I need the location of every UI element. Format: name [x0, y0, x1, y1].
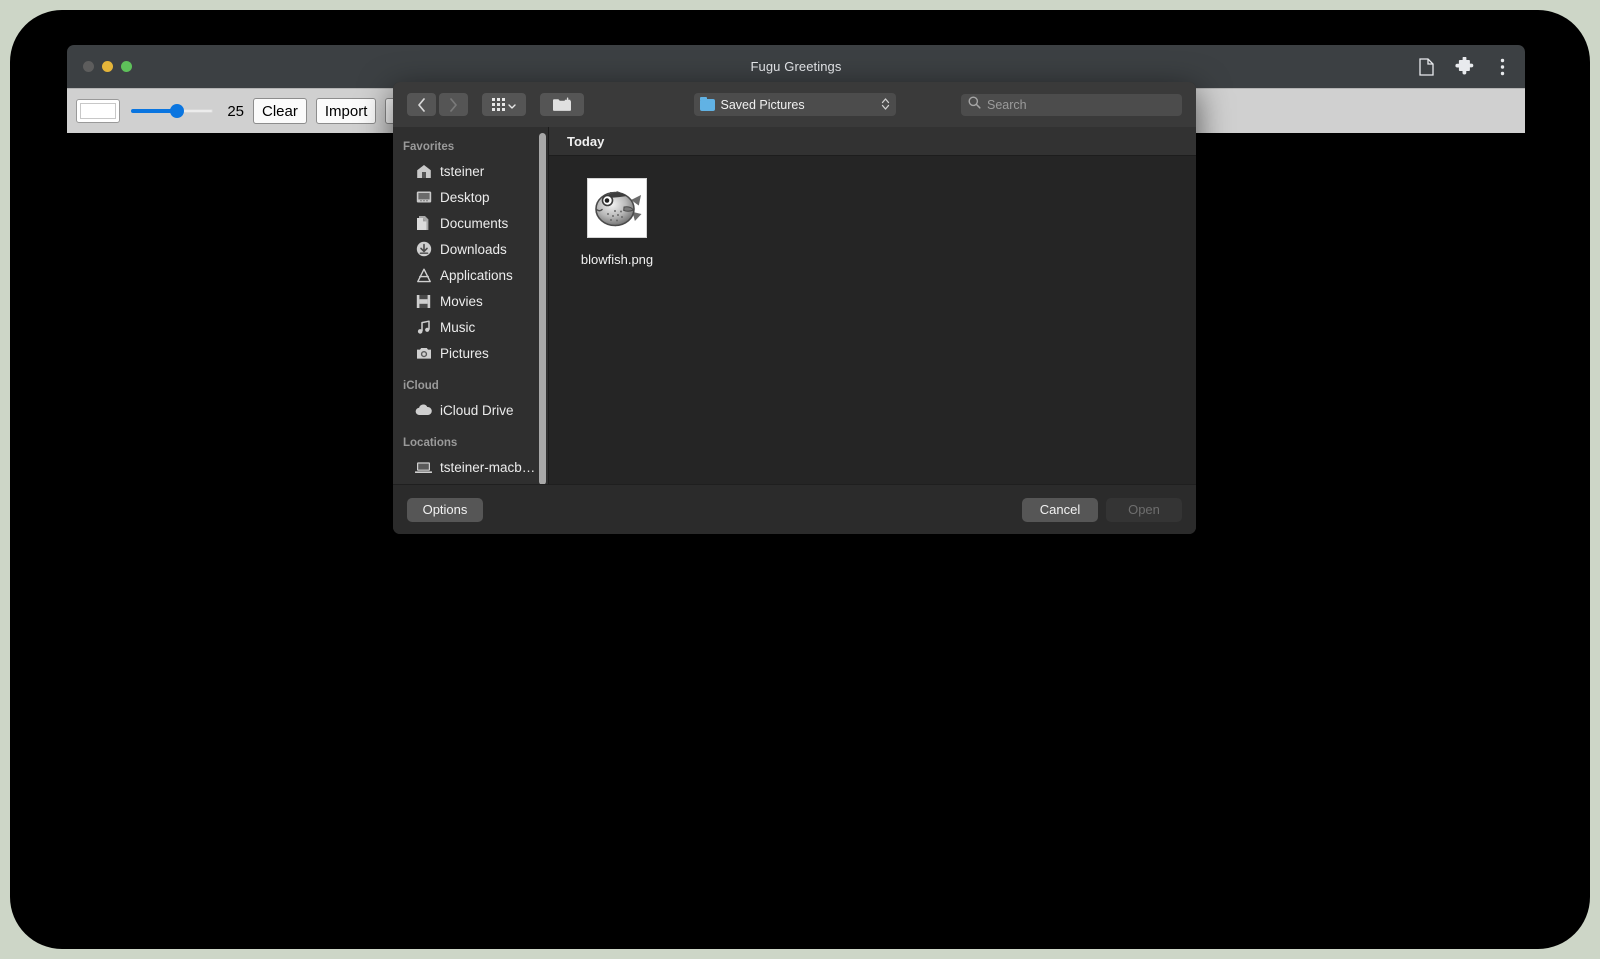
sidebar-item-macintosh-hd[interactable]: Macintosh HD [393, 480, 548, 484]
sidebar-item-applications[interactable]: Applications [393, 262, 548, 288]
music-icon [415, 319, 432, 335]
downloads-icon [415, 241, 432, 257]
sidebar-item-label: Downloads [440, 241, 507, 257]
sidebar-item-label: Applications [440, 267, 513, 283]
search-placeholder: Search [987, 97, 1027, 112]
extensions-icon[interactable] [1453, 56, 1475, 78]
folder-icon [699, 96, 715, 111]
file-item[interactable]: blowfish.png [575, 178, 659, 267]
sidebar-item-downloads[interactable]: Downloads [393, 236, 548, 262]
import-button[interactable]: Import [315, 98, 377, 124]
sidebar-item-pictures[interactable]: Pictures [393, 340, 548, 366]
search-icon [968, 96, 981, 114]
sidebar-divider [393, 423, 548, 432]
desktop-icon [415, 189, 432, 205]
sidebar-item-label: tsteiner [440, 163, 485, 179]
sidebar-heading-favorites: Favorites [403, 141, 455, 153]
back-button[interactable] [407, 93, 436, 116]
file-open-dialog: Saved Pictures Search Favorites tsteiner… [393, 82, 1196, 534]
current-folder-label: Saved Pictures [720, 97, 805, 112]
sidebar-item-label: Music [440, 319, 476, 335]
home-icon [415, 163, 432, 179]
movies-icon [415, 293, 432, 309]
sidebar-item-desktop[interactable]: Desktop [393, 184, 548, 210]
pen-size-value: 25 [227, 102, 244, 120]
path-popup-button[interactable]: Saved Pictures [693, 93, 896, 116]
pen-size-slider[interactable] [131, 101, 213, 121]
browser-toolbar-actions [1415, 45, 1513, 88]
sidebar-item-tsteiner-macbook[interactable]: tsteiner-macb… [393, 454, 548, 480]
sidebar-item-icloud-drive[interactable]: iCloud Drive [393, 397, 548, 423]
applications-icon [415, 267, 432, 283]
window-title: Fugu Greetings [750, 59, 842, 74]
dialog-body: Favorites tsteiner Desktop Documents Dow… [393, 127, 1196, 484]
sidebar-item-label: tsteiner-macb… [440, 459, 536, 475]
sidebar-item-movies[interactable]: Movies [393, 288, 548, 314]
file-grid: blowfish.png [549, 156, 1196, 484]
stepper-icon [881, 97, 890, 112]
sidebar-item-label: Documents [440, 215, 509, 231]
page-icon[interactable] [1415, 56, 1437, 78]
grid-view-icon [492, 98, 505, 111]
laptop-icon [415, 459, 432, 475]
clear-button[interactable]: Clear [253, 98, 307, 124]
sidebar-heading-icloud: iCloud [403, 380, 439, 392]
open-button[interactable]: Open [1106, 497, 1182, 522]
pictures-icon [415, 345, 432, 361]
cancel-button[interactable]: Cancel [1022, 497, 1098, 522]
chevron-down-icon [508, 96, 516, 114]
new-folder-button[interactable] [540, 93, 584, 116]
options-button[interactable]: Options [407, 497, 483, 522]
slider-thumb[interactable] [169, 104, 184, 118]
device-screen: Fugu Greetings 25 Clear Import Saved Pic… [10, 10, 1590, 949]
sidebar-item-label: iCloud Drive [440, 402, 514, 418]
file-browser-pane: Today blowfish.png [548, 127, 1196, 484]
dialog-sidebar: Favorites tsteiner Desktop Documents Dow… [393, 127, 548, 484]
forward-button[interactable] [439, 93, 468, 116]
sidebar-scrollbar[interactable] [539, 133, 546, 484]
sidebar-item-music[interactable]: Music [393, 314, 548, 340]
sidebar-item-label: Movies [440, 293, 483, 309]
documents-icon [415, 215, 432, 231]
blowfish-thumbnail [587, 178, 647, 238]
sidebar-item-tsteiner[interactable]: tsteiner [393, 158, 548, 184]
file-name-label: blowfish.png [580, 252, 654, 267]
file-group-header: Today [549, 127, 1196, 156]
dialog-toolbar: Saved Pictures Search [393, 82, 1196, 127]
dialog-footer: Options Cancel Open [393, 484, 1196, 534]
search-field[interactable]: Search [961, 93, 1182, 116]
color-picker-input[interactable] [76, 99, 120, 123]
view-mode-button[interactable] [482, 93, 526, 116]
sidebar-item-label: Desktop [440, 189, 490, 205]
menu-icon[interactable] [1491, 56, 1513, 78]
cloud-icon [415, 402, 432, 418]
sidebar-divider [393, 366, 548, 375]
sidebar-heading-locations: Locations [403, 437, 458, 449]
sidebar-item-label: Pictures [440, 345, 489, 361]
sidebar-item-documents[interactable]: Documents [393, 210, 548, 236]
navigation-buttons [407, 93, 468, 116]
